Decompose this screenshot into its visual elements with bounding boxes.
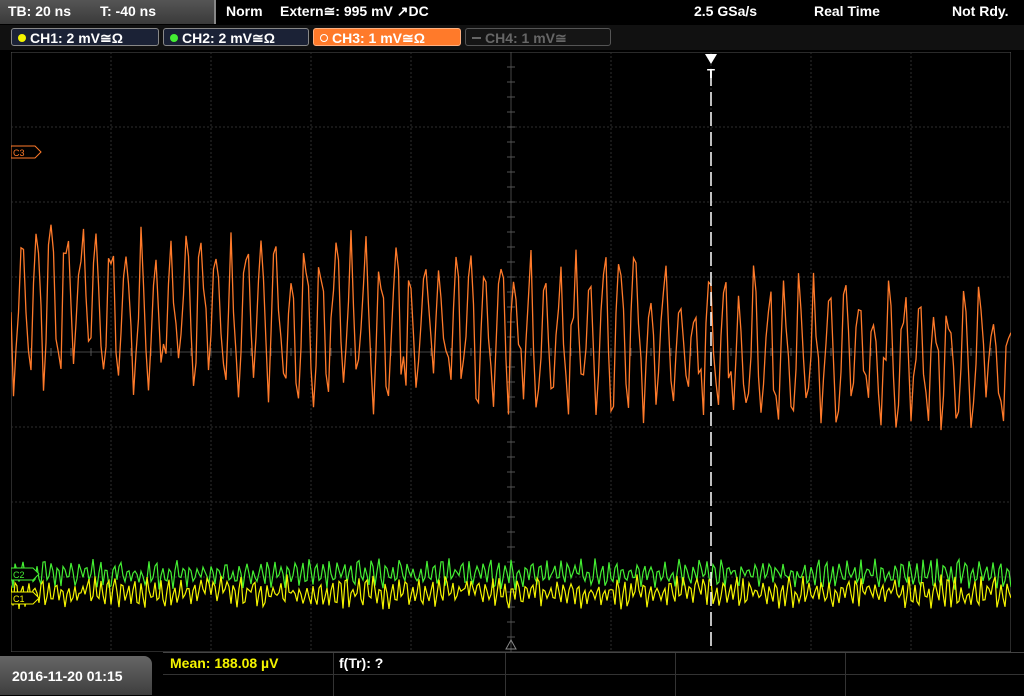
trigger-marker-label: T	[707, 66, 715, 81]
waveform-display[interactable]: T C3 C2 C1	[11, 52, 1011, 652]
datetime-readout: 2016-11-20 01:15	[12, 668, 123, 684]
ch3-dot-icon	[320, 34, 328, 42]
measurement-grid	[163, 652, 1024, 696]
timebase-box[interactable]: TB: 20 ns T: -40 ns	[0, 0, 216, 24]
ch1-ref-marker[interactable]: C1	[11, 591, 40, 605]
ch2-dot-icon	[170, 34, 178, 42]
status-bar: TB: 20 ns T: -40 ns Norm Extern≅: 995 mV…	[0, 0, 1024, 24]
trigger-source-readout[interactable]: Extern≅: 995 mV ↗DC	[280, 3, 429, 20]
ch1-dot-icon	[18, 34, 26, 42]
ch2-ref-marker[interactable]: C2	[11, 567, 40, 581]
frequency-measurement[interactable]: f(Tr): ?	[339, 655, 383, 671]
ch1-ref-label: C1	[13, 594, 25, 604]
acq-type-readout: Real Time	[814, 3, 880, 19]
ch3-label: CH3: 1 mV≅Ω	[332, 30, 425, 46]
ch2-ref-label: C2	[13, 570, 25, 580]
ch1-label: CH1: 2 mV≅Ω	[30, 30, 123, 46]
acq-mode-readout[interactable]: Norm	[226, 3, 263, 19]
trigger-status-readout: Not Rdy.	[952, 3, 1009, 19]
channel-bar: CH1: 2 mV≅Ω CH2: 2 mV≅Ω CH3: 1 mV≅Ω CH4:…	[0, 25, 1024, 50]
tab-ch2[interactable]: CH2: 2 mV≅Ω	[163, 28, 309, 46]
ch4-label: CH4: 1 mV≅	[485, 30, 567, 46]
datetime-box[interactable]: 2016-11-20 01:15	[0, 656, 152, 695]
timebase-readout: TB: 20 ns	[8, 3, 72, 19]
ch3-ref-label: C3	[13, 148, 25, 158]
trigger-time-readout: T: -40 ns	[100, 3, 157, 19]
ch4-off-icon	[472, 37, 481, 39]
measurement-bar: 2016-11-20 01:15 Mean: 188.08 µV f(Tr): …	[0, 652, 1024, 696]
tab-ch1[interactable]: CH1: 2 mV≅Ω	[11, 28, 159, 46]
sample-rate-readout: 2.5 GSa/s	[694, 3, 758, 19]
ch3-ref-marker[interactable]: C3	[11, 145, 42, 159]
ch2-label: CH2: 2 mV≅Ω	[182, 30, 275, 46]
mean-measurement[interactable]: Mean: 188.08 µV	[170, 655, 278, 671]
tab-ch4[interactable]: CH4: 1 mV≅	[465, 28, 611, 46]
tab-ch3[interactable]: CH3: 1 mV≅Ω	[313, 28, 461, 46]
